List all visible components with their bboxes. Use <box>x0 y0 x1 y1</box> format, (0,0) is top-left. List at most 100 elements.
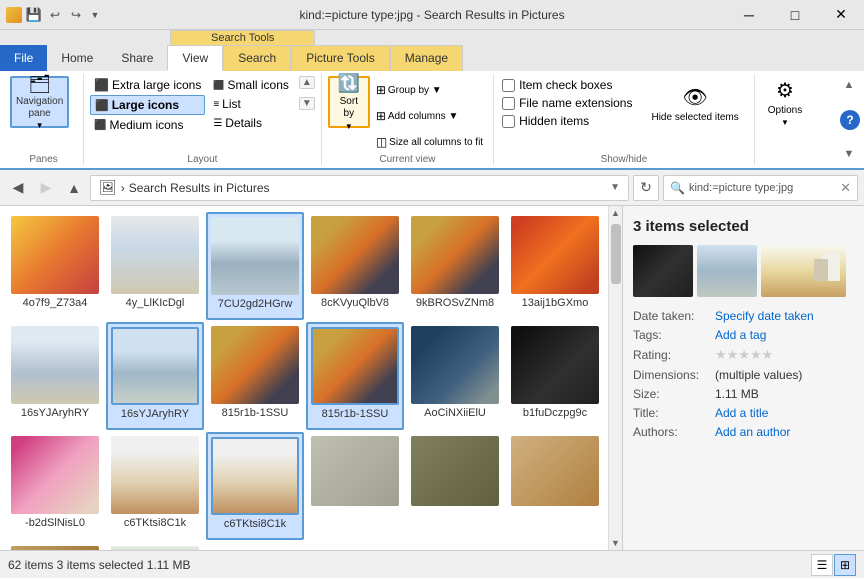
file-name: -b2dSlNisL0 <box>25 517 85 529</box>
size-label: Size: <box>633 387 715 401</box>
large-icons-btn[interactable]: ⬛ Large icons <box>90 95 205 115</box>
current-view-label: Current view <box>328 152 487 165</box>
tab-picture-tools[interactable]: Picture Tools <box>291 45 389 71</box>
up-btn[interactable]: ▲ <box>62 176 86 200</box>
ribbon-expand-down[interactable]: ▼ <box>840 145 858 163</box>
tab-search[interactable]: Search <box>223 45 291 71</box>
add-columns-btn[interactable]: ⊞ Add columns ▼ <box>372 106 487 126</box>
search-clear-btn[interactable]: ✕ <box>840 180 851 196</box>
quick-access-dropdown[interactable]: ▼ <box>88 6 102 24</box>
tab-manage[interactable]: Manage <box>390 45 463 71</box>
dimensions-value: (multiple values) <box>715 368 854 382</box>
list-item[interactable]: 815r1b-1SSU <box>206 322 304 430</box>
list-item[interactable] <box>406 432 504 512</box>
options-btn[interactable]: ⚙ Options ▼ <box>761 76 809 128</box>
refresh-btn[interactable]: ↻ <box>633 175 659 201</box>
item-check-boxes-toggle[interactable]: Item check boxes <box>502 78 632 92</box>
file-name: 13aij1bGXmo <box>522 297 589 309</box>
ribbon-group-show-hide: Item check boxes File name extensions Hi… <box>494 74 755 165</box>
list-item[interactable]: c6TKtsi8C1k <box>106 432 204 540</box>
list-item[interactable]: 16sYJAryhRY <box>106 322 204 430</box>
dropdown-arrow[interactable]: ▼ <box>610 182 620 193</box>
help-btn[interactable]: ? <box>840 110 860 130</box>
size-columns-btn[interactable]: ◫ Size all columns to fit <box>372 132 487 152</box>
list-item[interactable] <box>6 542 104 550</box>
list-item[interactable]: 13aij1bGXmo <box>506 212 604 320</box>
close-button[interactable]: ✕ <box>818 0 864 30</box>
ribbon-collapse-up[interactable]: ▲ <box>840 76 858 94</box>
small-icons-btn[interactable]: ⬛ Small icons <box>209 76 293 94</box>
preview-thumb-3 <box>761 245 846 297</box>
file-name-extensions-toggle[interactable]: File name extensions <box>502 96 632 110</box>
tab-home[interactable]: Home <box>47 45 107 71</box>
extra-large-icons-btn[interactable]: ⬛ Extra large icons <box>90 76 205 94</box>
date-taken-label: Date taken: <box>633 309 715 323</box>
list-item[interactable]: 4o7f9_Z73a4 <box>6 212 104 320</box>
list-item[interactable]: 16sYJAryhRY <box>6 322 104 430</box>
minimize-button[interactable]: ─ <box>726 0 772 30</box>
list-item[interactable]: 7CU2gd2HGrw <box>206 212 304 320</box>
date-taken-value[interactable]: Specify date taken <box>715 309 854 323</box>
maximize-button[interactable]: □ <box>772 0 818 30</box>
group-by-btn[interactable]: ⊞ Group by ▼ <box>372 80 487 100</box>
scroll-down-btn[interactable]: ▼ <box>609 536 623 550</box>
quick-access-save[interactable]: 💾 <box>25 6 43 24</box>
rating-stars[interactable]: ★★★★★ <box>715 347 854 363</box>
list-item[interactable]: 8cKVyuQlbV8 <box>306 212 404 320</box>
list-item[interactable] <box>106 542 204 550</box>
navigation-pane-btn[interactable]: 🗂 Navigationpane ▼ <box>10 76 69 128</box>
search-box[interactable]: 🔍 kind:=picture type:jpg ✕ <box>663 175 858 201</box>
authors-label: Authors: <box>633 425 715 439</box>
file-name: 815r1b-1SSU <box>222 407 289 419</box>
list-item[interactable] <box>506 432 604 512</box>
ribbon-group-current-view: 🔃 Sortby ▼ ⊞ Group by ▼ ⊞ Add columns ▼ … <box>322 74 494 165</box>
file-name: 7CU2gd2HGrw <box>218 298 293 310</box>
preview-title: 3 items selected <box>633 218 854 235</box>
forward-btn[interactable]: ▶ <box>34 176 58 200</box>
address-path[interactable]: 🖼 › Search Results in Pictures ▼ <box>90 175 629 201</box>
rating-label: Rating: <box>633 348 715 362</box>
tags-value[interactable]: Add a tag <box>715 328 854 342</box>
list-item[interactable]: c6TKtsi8C1k <box>206 432 304 540</box>
list-btn[interactable]: ≡ List <box>209 95 293 113</box>
scroll-up-btn[interactable]: ▲ <box>609 206 623 220</box>
list-item[interactable]: 815r1b-1SSU <box>306 322 404 430</box>
list-item[interactable]: b1fuDczpg9c <box>506 322 604 430</box>
quick-access-undo[interactable]: ↩ <box>46 6 64 24</box>
show-hide-group-label: Show/hide <box>502 152 746 165</box>
hidden-items-toggle[interactable]: Hidden items <box>502 114 632 128</box>
list-item[interactable]: -b2dSlNisL0 <box>6 432 104 540</box>
preview-thumb-2 <box>697 245 757 297</box>
authors-value[interactable]: Add an author <box>715 425 854 439</box>
file-name: 16sYJAryhRY <box>21 407 89 419</box>
file-name: 16sYJAryhRY <box>121 408 189 420</box>
list-item[interactable]: AoCiNXiiElU <box>406 322 504 430</box>
tags-label: Tags: <box>633 328 715 342</box>
file-name: 4o7f9_Z73a4 <box>23 297 88 309</box>
view-buttons: ☰ ⊞ <box>811 554 856 576</box>
list-item[interactable] <box>306 432 404 512</box>
sort-by-btn[interactable]: 🔃 Sortby ▼ <box>328 76 370 128</box>
list-item[interactable]: 4y_LlKIcDgl <box>106 212 204 320</box>
file-name: 815r1b-1SSU <box>322 408 389 420</box>
details-btn[interactable]: ☰ Details <box>209 114 293 132</box>
title-value[interactable]: Add a title <box>715 406 854 420</box>
tab-share[interactable]: Share <box>107 45 167 71</box>
back-btn[interactable]: ◀ <box>6 176 30 200</box>
layout-more-btn[interactable]: ▲ <box>299 76 315 89</box>
panes-group-label: Panes <box>10 152 77 165</box>
tab-view[interactable]: View <box>167 45 223 71</box>
details-view-btn[interactable]: ☰ <box>811 554 833 576</box>
layout-less-btn[interactable]: ▼ <box>299 97 315 110</box>
medium-icons-btn[interactable]: ⬛ Medium icons <box>90 116 205 134</box>
scroll-thumb[interactable] <box>611 224 621 284</box>
preview-thumb-1 <box>633 245 693 297</box>
list-item[interactable]: 9kBROSvZNm8 <box>406 212 504 320</box>
large-icons-view-btn[interactable]: ⊞ <box>834 554 856 576</box>
ribbon-group-layout: ⬛ Extra large icons ⬛ Large icons ⬛ Medi… <box>84 74 322 165</box>
file-name: 8cKVyuQlbV8 <box>321 297 389 309</box>
tab-file[interactable]: File <box>0 45 47 71</box>
hide-selected-btn[interactable]: 👁 Hide selected items <box>644 78 745 130</box>
quick-access-redo[interactable]: ↪ <box>67 6 85 24</box>
scrollbar[interactable]: ▲ ▼ <box>608 206 622 550</box>
